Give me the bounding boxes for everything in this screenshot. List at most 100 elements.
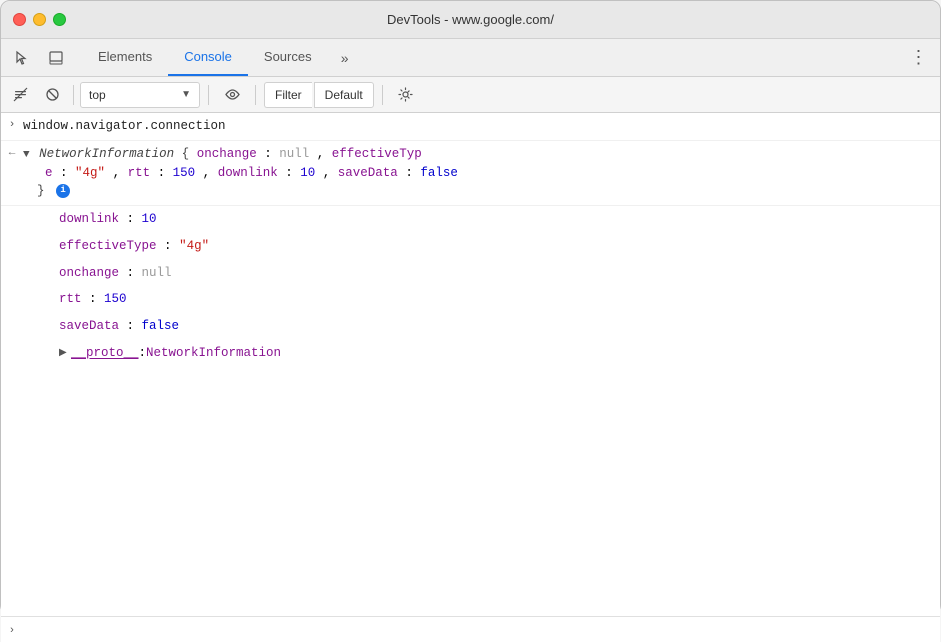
info-badge[interactable]: i bbox=[56, 184, 70, 198]
result-onchange-key: onchange bbox=[197, 147, 257, 161]
tab-group-left bbox=[5, 39, 82, 76]
prop-onchange-content: onchange : null bbox=[59, 262, 940, 285]
context-selector[interactable]: top ▼ bbox=[80, 82, 200, 108]
result-comma-4: , bbox=[323, 166, 338, 180]
expand-result-icon[interactable]: ▼ bbox=[23, 147, 30, 164]
command-content: window.navigator.connection bbox=[23, 119, 226, 133]
result-effectiveType-key: effectiveTyp bbox=[332, 147, 422, 161]
result-line2: e : "4g" , rtt : 150 , downlink : 10 , s… bbox=[23, 166, 458, 180]
prop-savedata-content: saveData : false bbox=[59, 315, 940, 338]
tab-elements[interactable]: Elements bbox=[82, 39, 168, 76]
prop-onchange-row: onchange : null bbox=[1, 260, 940, 287]
result-e-key: e bbox=[45, 166, 53, 180]
minimize-button[interactable] bbox=[33, 13, 46, 26]
prop-effectivetype-row: effectiveType : "4g" bbox=[1, 233, 940, 260]
result-brace-close: } bbox=[37, 184, 45, 198]
console-toolbar: top ▼ Filter Default bbox=[1, 77, 940, 113]
result-savedata-key: saveData bbox=[338, 166, 398, 180]
prop-downlink-key: downlink bbox=[59, 212, 119, 226]
result-colon-5: : bbox=[405, 166, 420, 180]
result-rtt-key: rtt bbox=[128, 166, 151, 180]
prop-onchange-gutter bbox=[37, 262, 59, 264]
command-gutter: › bbox=[1, 115, 23, 134]
devtools-menu-button[interactable]: ⋮ bbox=[902, 39, 936, 76]
result-comma-2: , bbox=[113, 166, 128, 180]
block-icon-button[interactable] bbox=[37, 81, 67, 109]
proto-colon: : bbox=[139, 344, 147, 363]
toolbar-divider-1 bbox=[73, 85, 74, 105]
inspect-button[interactable] bbox=[39, 39, 73, 76]
more-tabs-button[interactable]: » bbox=[328, 39, 362, 76]
proto-gutter bbox=[37, 342, 59, 344]
traffic-lights bbox=[13, 13, 66, 26]
result-downlink-key: downlink bbox=[218, 166, 278, 180]
result-comma-3: , bbox=[203, 166, 218, 180]
prop-savedata-row: saveData : false bbox=[1, 313, 940, 340]
result-arrow-icon: ← bbox=[9, 145, 16, 162]
filter-button[interactable]: Filter bbox=[264, 82, 312, 108]
result-colon-2: : bbox=[60, 166, 75, 180]
result-colon-1: : bbox=[264, 147, 279, 161]
result-content: ▼ NetworkInformation { onchange : null ,… bbox=[23, 143, 940, 203]
result-downlink-value: 10 bbox=[300, 166, 315, 180]
prop-et-content: effectiveType : "4g" bbox=[59, 235, 940, 258]
prop-downlink-content: downlink : 10 bbox=[59, 208, 940, 231]
prop-savedata-gutter bbox=[37, 315, 59, 317]
tabbar-right: ⋮ bbox=[893, 39, 936, 76]
prop-et-key: effectiveType bbox=[59, 239, 157, 253]
tab-console[interactable]: Console bbox=[168, 39, 248, 76]
console-prompt: › bbox=[1, 616, 940, 642]
prop-et-colon: : bbox=[164, 239, 179, 253]
window-title: DevTools - www.google.com/ bbox=[387, 12, 554, 27]
result-onchange-value: null bbox=[279, 147, 309, 161]
proto-row: ▶ __proto__ : NetworkInformation bbox=[1, 340, 940, 367]
prop-downlink-row: downlink : 10 bbox=[1, 206, 940, 233]
prop-rtt-content: rtt : 150 bbox=[59, 288, 940, 311]
live-expressions-button[interactable] bbox=[217, 81, 247, 109]
proto-expand-icon[interactable]: ▶ bbox=[59, 346, 71, 361]
command-text: window.navigator.connection bbox=[23, 115, 940, 138]
maximize-button[interactable] bbox=[53, 13, 66, 26]
toolbar-divider-2 bbox=[208, 85, 209, 105]
prop-onchange-value: null bbox=[142, 266, 172, 280]
tab-sources[interactable]: Sources bbox=[248, 39, 328, 76]
titlebar: DevTools - www.google.com/ bbox=[1, 1, 940, 39]
console-content: › window.navigator.connection ← ▼ Networ… bbox=[1, 113, 940, 616]
prop-onchange-colon: : bbox=[127, 266, 142, 280]
prop-downlink-colon: : bbox=[127, 212, 142, 226]
console-settings-button[interactable] bbox=[391, 81, 421, 109]
prompt-chevron-icon: › bbox=[1, 624, 23, 636]
prop-savedata-key: saveData bbox=[59, 319, 119, 333]
proto-content: ▶ __proto__ : NetworkInformation bbox=[59, 342, 940, 365]
toolbar-divider-3 bbox=[255, 85, 256, 105]
proto-key: __proto__ bbox=[71, 344, 139, 363]
result-colon-3: : bbox=[158, 166, 173, 180]
result-close: } i bbox=[23, 184, 70, 198]
prop-downlink-gutter bbox=[37, 208, 59, 210]
prop-savedata-colon: : bbox=[127, 319, 142, 333]
prop-downlink-value: 10 bbox=[142, 212, 157, 226]
prop-rtt-value: 150 bbox=[104, 292, 127, 306]
log-level-button[interactable]: Default bbox=[314, 82, 374, 108]
result-comma-1: , bbox=[317, 147, 332, 161]
clear-console-button[interactable] bbox=[5, 81, 35, 109]
prop-rtt-key: rtt bbox=[59, 292, 82, 306]
result-rtt-value: 150 bbox=[173, 166, 196, 180]
prop-onchange-key: onchange bbox=[59, 266, 119, 280]
result-et-value: "4g" bbox=[75, 166, 105, 180]
prop-et-value: "4g" bbox=[179, 239, 209, 253]
close-button[interactable] bbox=[13, 13, 26, 26]
proto-value: NetworkInformation bbox=[146, 344, 281, 363]
result-brace-open: { bbox=[182, 147, 190, 161]
prop-rtt-row: rtt : 150 bbox=[1, 286, 940, 313]
cursor-tool-button[interactable] bbox=[5, 39, 39, 76]
result-gutter: ← bbox=[1, 143, 23, 162]
prop-savedata-value: false bbox=[142, 319, 180, 333]
prop-et-gutter bbox=[37, 235, 59, 237]
toolbar-divider-4 bbox=[382, 85, 383, 105]
console-command-row: › window.navigator.connection bbox=[1, 113, 940, 141]
tabbar: Elements Console Sources » ⋮ bbox=[1, 39, 940, 77]
result-colon-4: : bbox=[285, 166, 300, 180]
command-chevron-icon: › bbox=[9, 117, 16, 134]
prop-rtt-gutter bbox=[37, 288, 59, 290]
